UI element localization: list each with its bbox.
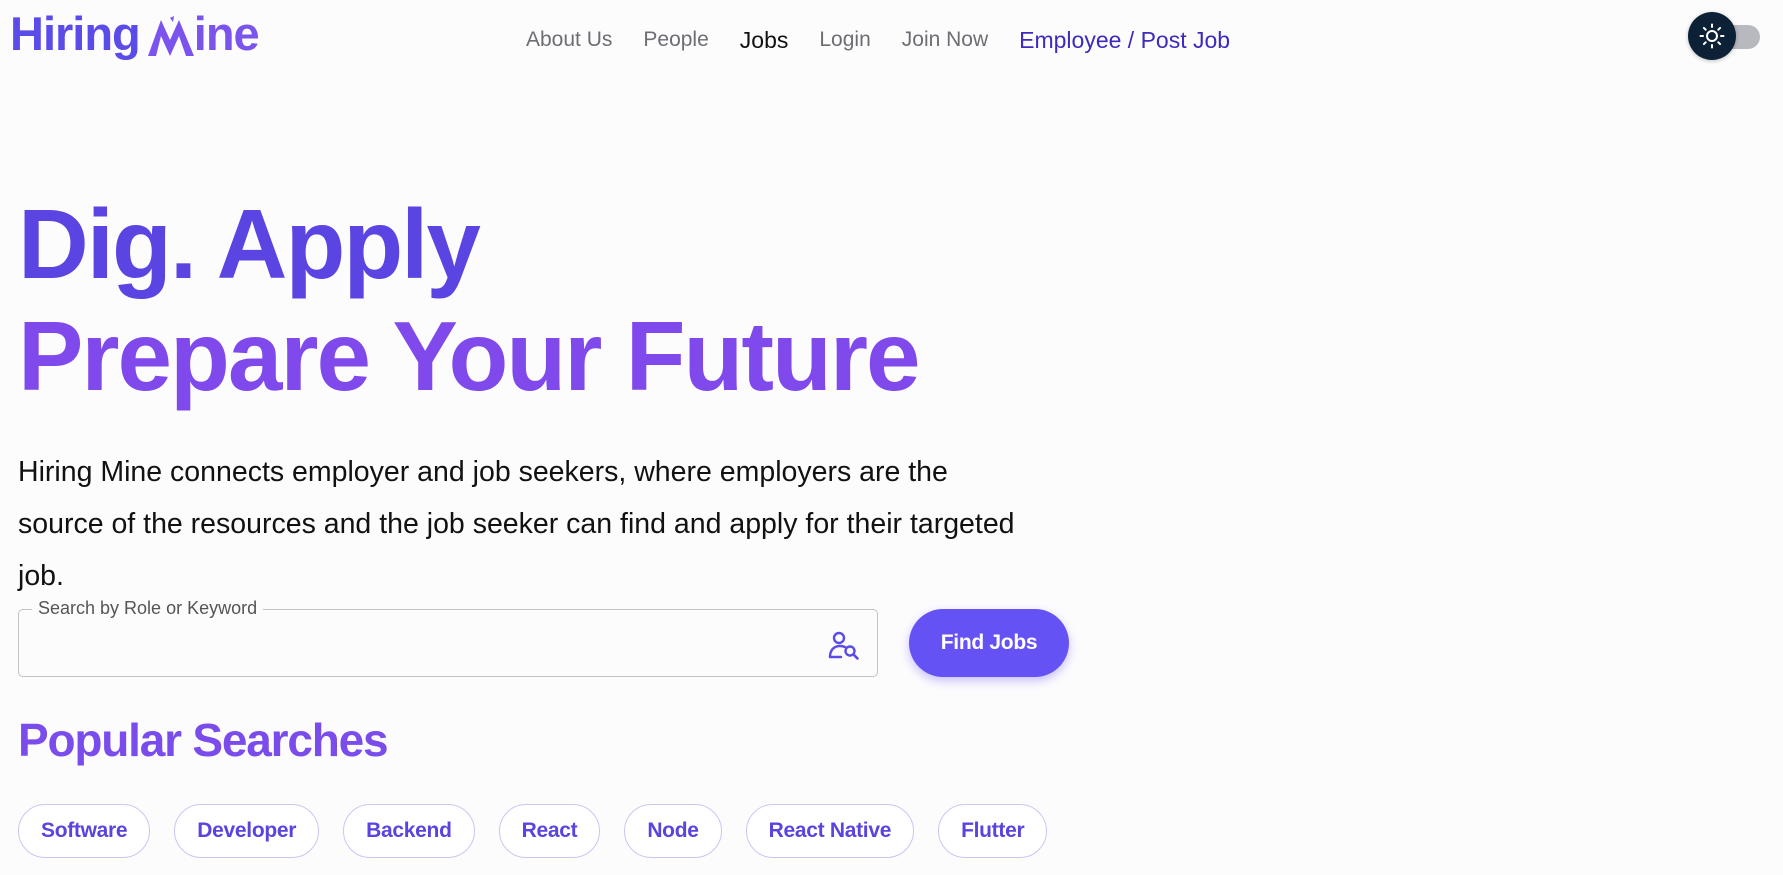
- search-input[interactable]: [37, 624, 821, 666]
- nav-jobs[interactable]: Jobs: [740, 27, 789, 54]
- search-field: Search by Role or Keyword: [18, 598, 878, 677]
- theme-toggle-knob: [1688, 12, 1736, 60]
- find-jobs-button[interactable]: Find Jobs: [909, 609, 1069, 677]
- sun-icon: [1699, 23, 1725, 49]
- hero-title-line-1: Dig. Apply: [18, 189, 481, 299]
- nav-login[interactable]: Login: [819, 28, 870, 52]
- chip-node[interactable]: Node: [624, 804, 722, 858]
- nav-join-now[interactable]: Join Now: [902, 28, 988, 52]
- nav-employee-post-job[interactable]: Employee / Post Job: [1019, 27, 1230, 54]
- nav-about-us[interactable]: About Us: [526, 28, 612, 52]
- chip-software[interactable]: Software: [18, 804, 151, 858]
- hero-description: Hiring Mine connects employer and job se…: [18, 456, 1015, 592]
- chip-developer[interactable]: Developer: [174, 804, 320, 858]
- theme-toggle[interactable]: [1688, 12, 1760, 60]
- logo-m-mark-icon: [147, 15, 194, 56]
- hero-title: Dig. Apply Prepare Your Future: [18, 188, 921, 412]
- popular-searches-title: Popular Searches: [18, 714, 389, 766]
- logo-text-mine: ine: [147, 6, 260, 61]
- chip-react-native[interactable]: React Native: [745, 804, 915, 858]
- logo-text-ine: ine: [193, 6, 260, 60]
- nav-people[interactable]: People: [643, 28, 708, 52]
- user-search-icon[interactable]: [828, 630, 860, 660]
- chip-backend[interactable]: Backend: [343, 804, 475, 858]
- hero-title-line-2: Prepare Your Future: [18, 301, 921, 411]
- search-field-label: Search by Role or Keyword: [32, 598, 264, 619]
- chip-flutter[interactable]: Flutter: [938, 804, 1048, 858]
- main-nav: About Us People Jobs Login Join Now Empl…: [526, 20, 1230, 60]
- chip-react[interactable]: React: [498, 804, 601, 858]
- brand-logo[interactable]: Hiring ine: [10, 6, 260, 61]
- popular-search-chips: Software Developer Backend React Node Re…: [18, 804, 1071, 858]
- logo-text-hiring: Hiring: [10, 6, 141, 60]
